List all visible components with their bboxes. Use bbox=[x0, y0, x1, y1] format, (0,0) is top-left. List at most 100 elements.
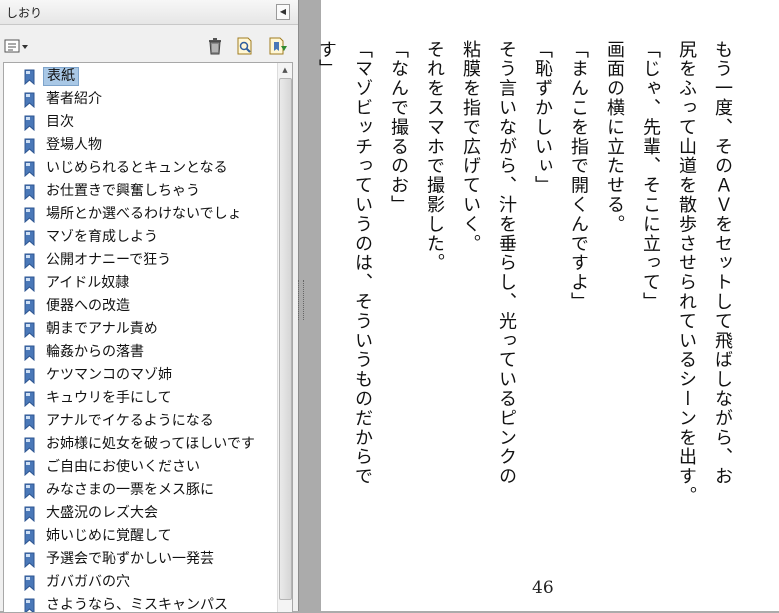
bookmarks-title: しおり bbox=[6, 6, 43, 20]
bookmark-icon bbox=[24, 138, 35, 154]
bookmark-label: さようなら、ミスキャンパス bbox=[46, 597, 228, 613]
bookmark-label: いじめられるとキュンとなる bbox=[46, 160, 228, 176]
text-line: す」 bbox=[316, 40, 337, 79]
bookmark-item[interactable]: お仕置きで興奮しちゃう bbox=[4, 181, 276, 204]
bookmark-icon bbox=[24, 207, 35, 223]
bookmark-icon bbox=[24, 115, 35, 131]
bookmark-item[interactable]: 朝までアナル責め bbox=[4, 319, 276, 342]
bookmark-icon bbox=[24, 276, 35, 292]
bookmark-icon bbox=[24, 322, 35, 338]
bookmark-item[interactable]: 大盛況のレズ大会 bbox=[4, 503, 276, 526]
text-line: 「なんで撮るのお」 bbox=[388, 40, 409, 215]
bookmark-label: 場所とか選べるわけないでしょ bbox=[46, 206, 242, 222]
bookmark-item[interactable]: ご自由にお使いください bbox=[4, 457, 276, 480]
find-bookmark-button[interactable] bbox=[236, 37, 254, 55]
bookmark-item[interactable]: 目次 bbox=[4, 112, 276, 135]
bookmark-label: 公開オナニーで狂う bbox=[46, 252, 172, 268]
bookmarks-toolbar bbox=[0, 34, 298, 60]
text-line: そう言いながら、汁を垂らし、光っているピンクの bbox=[496, 40, 517, 487]
splitter-grip[interactable] bbox=[298, 280, 304, 320]
bookmark-icon bbox=[24, 460, 35, 476]
bookmark-icon bbox=[24, 69, 35, 85]
new-bookmark-button[interactable] bbox=[268, 37, 288, 55]
bookmark-icon bbox=[24, 161, 35, 177]
bookmark-item[interactable]: 便器への改造 bbox=[4, 296, 276, 319]
bookmark-label: 著者紹介 bbox=[46, 91, 102, 107]
text-line: 「マゾビッチっていうのは、そういうものだからで bbox=[352, 40, 373, 487]
bookmark-icon bbox=[24, 575, 35, 591]
bookmark-icon bbox=[24, 299, 35, 315]
bookmark-icon bbox=[24, 529, 35, 545]
bookmark-icon bbox=[24, 391, 35, 407]
bookmark-icon bbox=[24, 345, 35, 361]
text-line: 「まんこを指で開くんですよ」 bbox=[568, 40, 589, 312]
text-line: 「恥ずかしいぃ」 bbox=[532, 40, 553, 196]
bookmarks-panel: しおり ◀ 表紙 著者紹介 目次 登場人物 いじめられるとキュンとなる お仕置き… bbox=[0, 0, 299, 613]
bookmark-item[interactable]: マゾを育成しよう bbox=[4, 227, 276, 250]
text-line: それをスマホで撮影した。 bbox=[424, 40, 445, 273]
bookmark-item[interactable]: キュウリを手にして bbox=[4, 388, 276, 411]
collapse-panel-button[interactable]: ◀ bbox=[276, 4, 290, 20]
bookmark-icon bbox=[24, 552, 35, 568]
bookmark-icon bbox=[24, 253, 35, 269]
bookmark-label: お姉様に処女を破ってほしいです bbox=[46, 436, 255, 452]
scroll-up-arrow[interactable]: ▲ bbox=[278, 63, 292, 77]
bookmark-item[interactable]: ガバガバの穴 bbox=[4, 572, 276, 595]
text-line: 粘膜を指で広げていく。 bbox=[460, 40, 481, 254]
bookmarks-items: 表紙著者紹介目次登場人物いじめられるとキュンとなる お仕置きで興奮しちゃう場所とか… bbox=[4, 66, 276, 613]
new-bookmark-icon bbox=[269, 37, 287, 55]
bookmark-label: 便器への改造 bbox=[46, 298, 130, 314]
bookmark-label: 朝までアナル責め bbox=[46, 321, 158, 337]
bookmark-label: ご自由にお使いください bbox=[46, 459, 200, 475]
bookmark-label: 大盛況のレズ大会 bbox=[46, 505, 158, 521]
bookmarks-header: しおり ◀ bbox=[0, 0, 298, 25]
bookmark-icon bbox=[24, 437, 35, 453]
bookmark-label: 目次 bbox=[46, 114, 74, 130]
bookmark-item[interactable]: さようなら、ミスキャンパス bbox=[4, 595, 276, 613]
bookmark-label: アナルでイケるようになる bbox=[46, 413, 214, 429]
text-line: 尻をふって山道を散歩させられているシーンを出す。 bbox=[676, 40, 697, 506]
bookmarks-list[interactable]: 表紙著者紹介目次登場人物いじめられるとキュンとなる お仕置きで興奮しちゃう場所とか… bbox=[3, 62, 293, 613]
bookmark-item[interactable]: アナルでイケるようになる bbox=[4, 411, 276, 434]
bookmark-item[interactable]: 登場人物 bbox=[4, 135, 276, 158]
bookmark-item[interactable]: ケツマンコのマゾ姉 bbox=[4, 365, 276, 388]
bookmark-icon bbox=[24, 230, 35, 246]
trash-icon bbox=[209, 38, 221, 55]
bookmark-item[interactable]: みなさまの一票をメス豚に bbox=[4, 480, 276, 503]
bookmark-item[interactable]: 場所とか選べるわけないでしょ bbox=[4, 204, 276, 227]
bookmark-label: 姉いじめに覚醒して bbox=[46, 528, 172, 544]
bookmarks-scrollbar[interactable]: ▲ bbox=[277, 63, 292, 612]
bookmark-item[interactable]: 予選会で恥ずかしい一発芸 bbox=[4, 549, 276, 572]
options-icon bbox=[4, 39, 28, 53]
bookmark-label: みなさまの一票をメス豚に bbox=[46, 482, 214, 498]
bookmark-label: ケツマンコのマゾ姉 bbox=[46, 367, 172, 383]
bookmark-label: 予選会で恥ずかしい一発芸 bbox=[46, 551, 214, 567]
delete-bookmark-button[interactable] bbox=[206, 37, 224, 55]
text-line: 「じゃ、先輩、そこに立って」 bbox=[640, 40, 661, 312]
bookmark-label: キュウリを手にして bbox=[46, 390, 172, 406]
bookmark-item[interactable]: 輪姦からの落書 bbox=[4, 342, 276, 365]
bookmark-item[interactable]: 著者紹介 bbox=[4, 89, 276, 112]
bookmark-label: 登場人物 bbox=[46, 137, 102, 153]
scrollbar-thumb[interactable] bbox=[279, 78, 292, 600]
bookmark-item[interactable]: アイドル奴隷 bbox=[4, 273, 276, 296]
bookmark-icon bbox=[24, 506, 35, 522]
bookmark-label: 表紙 bbox=[43, 67, 79, 86]
bookmark-item[interactable]: お姉様に処女を破ってほしいです bbox=[4, 434, 276, 457]
text-line: もう一度、そのＡＶをセットして飛ばしながら、お bbox=[712, 40, 733, 487]
bookmark-icon bbox=[24, 483, 35, 499]
bookmark-label: お仕置きで興奮しちゃう bbox=[46, 183, 200, 199]
bookmark-item[interactable]: 表紙 bbox=[4, 66, 276, 89]
bookmark-label: マゾを育成しよう bbox=[46, 229, 158, 245]
bookmark-item[interactable]: 公開オナニーで狂う bbox=[4, 250, 276, 273]
bookmark-icon bbox=[24, 92, 35, 108]
options-menu-button[interactable] bbox=[4, 37, 30, 55]
page-number: 46 bbox=[532, 578, 554, 598]
bookmark-item[interactable]: 姉いじめに覚醒して bbox=[4, 526, 276, 549]
bookmark-icon bbox=[24, 184, 35, 200]
bookmark-icon bbox=[24, 368, 35, 384]
bookmark-label: 輪姦からの落書 bbox=[46, 344, 144, 360]
bookmark-label: ガバガバの穴 bbox=[46, 574, 130, 590]
text-line: 画面の横に立たせる。 bbox=[604, 40, 625, 234]
bookmark-item[interactable]: いじめられるとキュンとなる bbox=[4, 158, 276, 181]
